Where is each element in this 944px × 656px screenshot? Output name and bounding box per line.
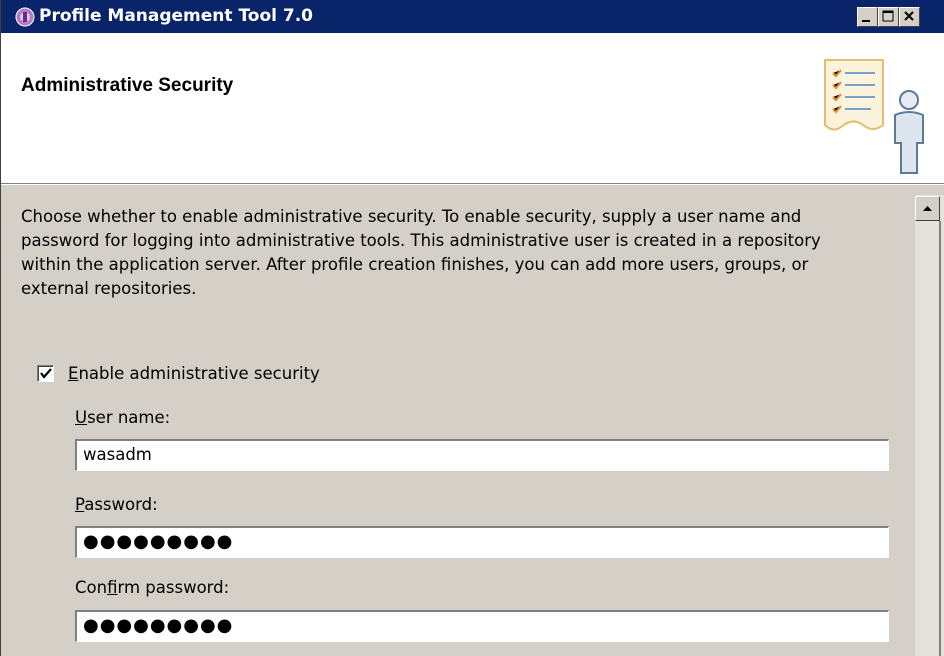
page-title: Administrative Security (21, 75, 234, 96)
profile-management-window: Profile Management Tool 7.0 Administrati… (0, 0, 944, 656)
confirm-password-input[interactable]: ●●●●●●●●● (75, 610, 889, 642)
user-name-label: User name: (75, 408, 171, 427)
maximize-icon (882, 10, 894, 22)
description-text: Choose whether to enable administrative … (21, 207, 821, 298)
enable-security-checkbox[interactable] (37, 365, 54, 382)
password-input[interactable]: ●●●●●●●●● (75, 526, 889, 558)
minimize-button[interactable] (857, 7, 878, 27)
close-button[interactable] (899, 7, 920, 27)
app-icon (15, 7, 35, 27)
close-icon (904, 11, 914, 21)
scroll-up-button[interactable] (915, 196, 940, 221)
maximize-button[interactable] (878, 7, 899, 27)
scrollbar-edge (939, 221, 941, 656)
title-bar[interactable]: Profile Management Tool 7.0 (1, 0, 944, 33)
minimize-icon (862, 20, 870, 22)
checklist-user-icon (813, 55, 943, 179)
password-label: Password: (75, 495, 158, 514)
enable-security-label[interactable]: Enable administrative security (68, 364, 320, 383)
checkmark-icon (40, 368, 52, 379)
confirm-password-label: Confirm password: (75, 578, 230, 597)
header-banner: Administrative Security (1, 33, 944, 184)
arrow-up-icon (923, 206, 932, 211)
user-name-input[interactable]: wasadm (75, 439, 889, 471)
window-title: Profile Management Tool 7.0 (39, 6, 314, 26)
